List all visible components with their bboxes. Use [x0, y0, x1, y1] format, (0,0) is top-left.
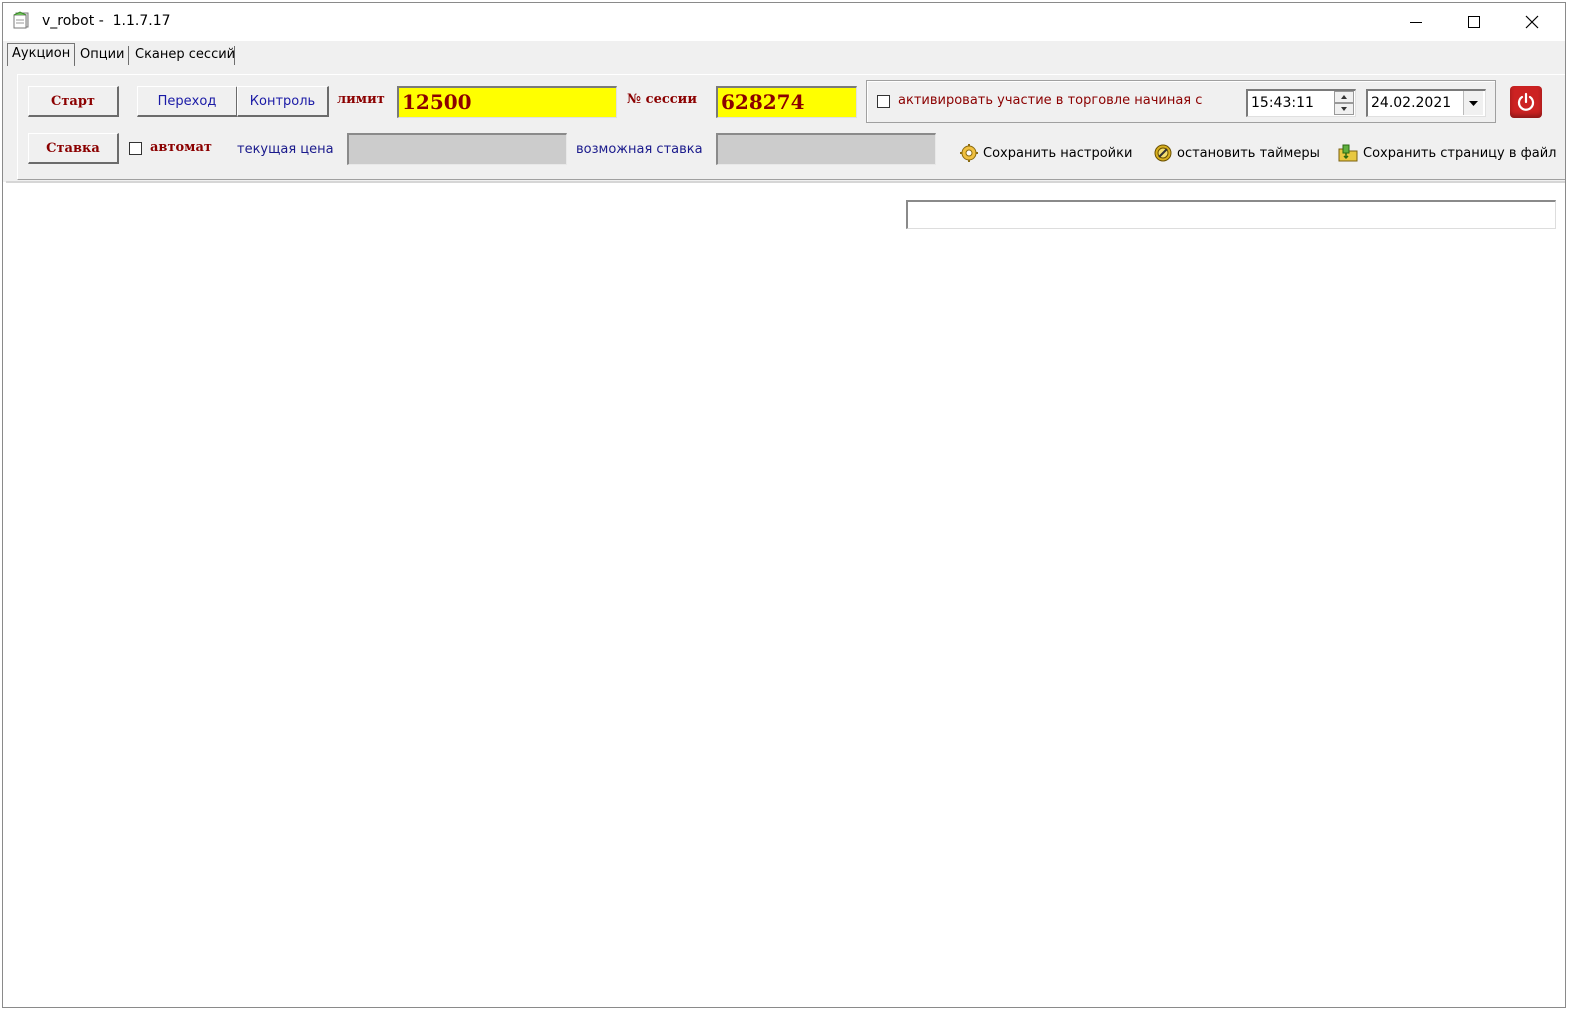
stop-timers-button[interactable]: остановить таймеры — [1153, 143, 1320, 163]
goto-button[interactable]: Переход — [137, 86, 238, 117]
close-button[interactable] — [1503, 3, 1561, 41]
session-number-input[interactable]: 628274 — [716, 86, 857, 118]
save-page-icon — [1338, 144, 1358, 162]
window-title: v_robot - 1.1.7.17 — [42, 13, 171, 29]
save-settings-button[interactable]: Сохранить настройки — [959, 143, 1132, 163]
bid-button[interactable]: Ставка — [28, 133, 119, 164]
tab-session-scanner[interactable]: Сканер сессий — [131, 44, 239, 65]
auto-label: автомат — [150, 140, 212, 155]
minimize-icon — [1410, 22, 1422, 23]
spin-down-icon — [1341, 107, 1347, 111]
power-button[interactable] — [1510, 86, 1542, 118]
possible-bid-field — [716, 133, 936, 165]
spin-up-icon — [1341, 95, 1347, 99]
time-spin-down[interactable] — [1334, 103, 1354, 115]
save-page-label: Сохранить страницу в файл — [1363, 145, 1557, 161]
activate-label: активировать участие в торговле начиная … — [898, 93, 1203, 108]
title-bar — [3, 3, 1565, 41]
tab-options[interactable]: Опции — [76, 44, 128, 65]
tab-separator — [234, 46, 235, 65]
stop-timer-icon — [1154, 144, 1172, 162]
app-document-icon — [12, 10, 32, 30]
start-button[interactable]: Старт — [28, 86, 119, 117]
minimize-button[interactable] — [1387, 3, 1445, 41]
panel-divider — [6, 181, 1565, 183]
possible-bid-label: возможная ставка — [576, 142, 703, 157]
auto-checkbox[interactable] — [129, 142, 142, 155]
tab-auction[interactable]: Аукцион — [7, 43, 76, 67]
date-dropdown-button[interactable] — [1463, 91, 1483, 115]
gear-icon — [960, 144, 978, 162]
start-date-value: 24.02.2021 — [1371, 95, 1452, 111]
time-spin-up[interactable] — [1334, 91, 1354, 103]
status-field — [906, 200, 1556, 229]
control-button[interactable]: Контроль — [237, 86, 329, 117]
power-icon — [1517, 92, 1535, 111]
limit-input[interactable]: 12500 — [397, 86, 617, 118]
start-time-value: 15:43:11 — [1251, 95, 1314, 111]
maximize-icon — [1468, 16, 1480, 28]
tab-separator — [128, 46, 129, 65]
close-icon — [1525, 15, 1539, 29]
current-price-field — [347, 133, 567, 165]
save-page-button[interactable]: Сохранить страницу в файл — [1337, 143, 1556, 163]
stop-timers-label: остановить таймеры — [1177, 145, 1320, 161]
limit-label: лимит — [337, 92, 385, 107]
chevron-down-icon — [1469, 100, 1478, 106]
activate-checkbox[interactable] — [877, 95, 890, 108]
save-settings-label: Сохранить настройки — [983, 145, 1133, 161]
session-label: № сессии — [627, 92, 697, 107]
maximize-button[interactable] — [1445, 3, 1503, 41]
tab-separator — [74, 46, 75, 65]
current-price-label: текущая цена — [237, 142, 334, 157]
